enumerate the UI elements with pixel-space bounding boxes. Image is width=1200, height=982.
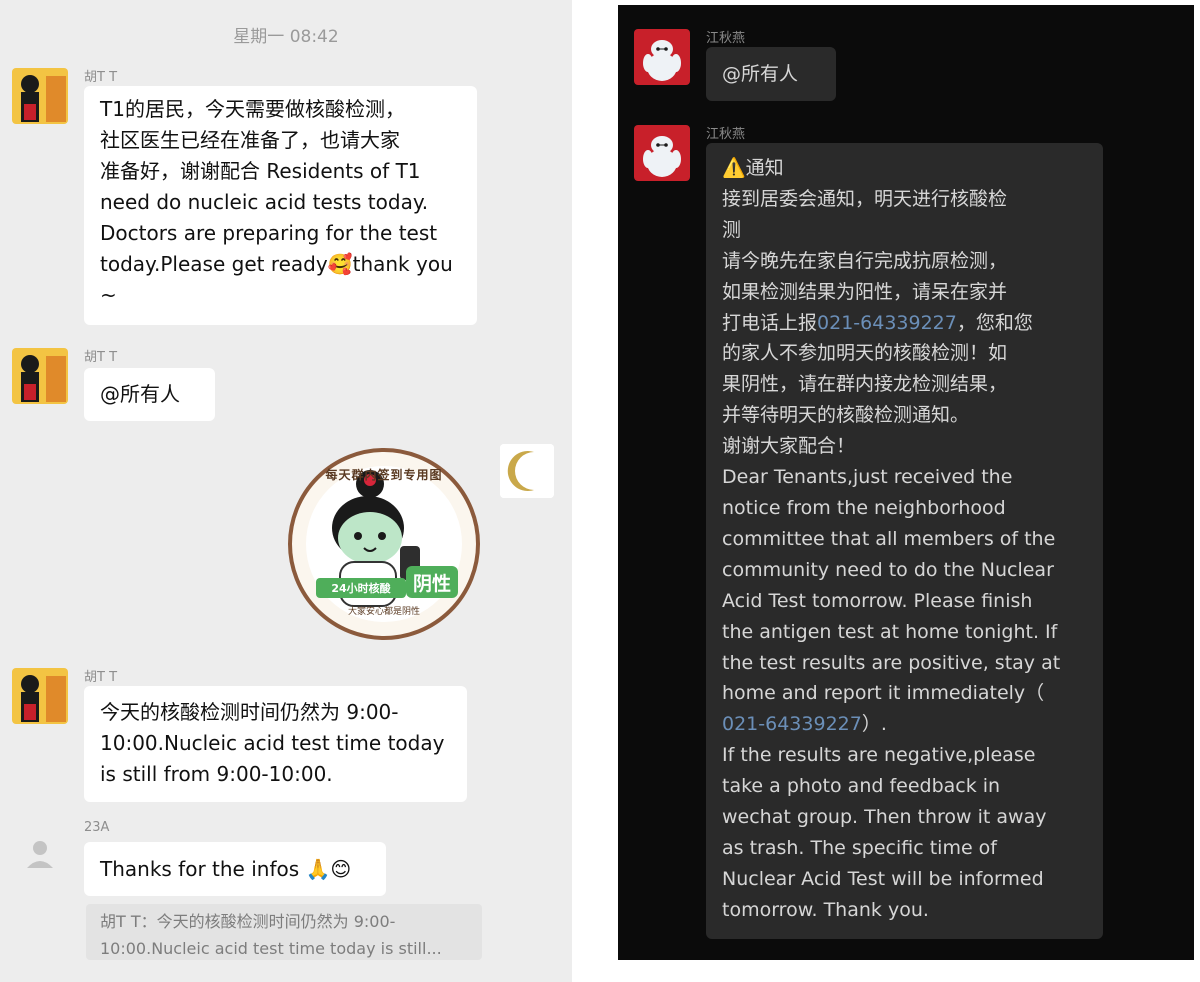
notice-line: wechat group. Then throw it away	[722, 806, 1047, 829]
notice-bubble[interactable]: ⚠️通知 接到居委会通知，明天进行核酸检 测 请今晚先在家自行完成抗原检测， 如…	[706, 143, 1103, 939]
right-chat-panel: 江秋燕 @所有人 江秋燕 ⚠️通知 接到居委会通知，明天进行核酸检 测 请今晚先…	[618, 5, 1194, 960]
notice-line: 测	[722, 218, 742, 241]
left-chat-panel: 星期一 08:42 胡T T T1的居民，今天需要做核酸检测， 社区医生已经在准…	[0, 0, 572, 982]
sticker-badge: 24小时核酸	[331, 582, 391, 595]
avatar[interactable]	[12, 348, 68, 404]
notice-text: 打电话上报	[722, 311, 818, 334]
quoted-reply[interactable]: 胡T T：今天的核酸检测时间仍然为 9:00- 10:00.Nucleic ac…	[86, 904, 482, 960]
notice-line: Dear Tenants,just received the	[722, 466, 1013, 489]
sender-name: 胡T T	[84, 670, 118, 685]
cartoon-avatar-icon	[12, 348, 68, 404]
phone-link[interactable]: 021-64339227	[817, 312, 957, 334]
notice-line: 打电话上报021-64339227，您和您	[722, 308, 1087, 339]
notice-line: 接到居委会通知，明天进行核酸检	[722, 187, 1008, 210]
user-silhouette-icon	[27, 841, 53, 868]
notice-line: 果阴性，请在群内接龙检测结果，	[722, 373, 1008, 396]
message-bubble[interactable]: 今天的核酸检测时间仍然为 9:00- 10:00.Nucleic acid te…	[84, 686, 467, 802]
notice-line: ⚠️通知	[722, 157, 784, 179]
notice-line: as trash. The specific time of	[722, 836, 997, 859]
sender-name: 江秋燕	[706, 31, 746, 46]
chat-timestamp: 星期一 08:42	[233, 27, 339, 47]
notice-line: 请今晚先在家自行完成抗原检测，	[722, 249, 1008, 272]
notice-line: tomorrow. Thank you.	[722, 898, 929, 921]
sticker-status: 阴性	[412, 573, 451, 595]
notice-line: Acid Test tomorrow. Please finish	[722, 589, 1033, 612]
notice-line: If the results are negative,please	[722, 744, 1036, 767]
crescent-avatar-icon	[500, 444, 554, 498]
self-avatar[interactable]	[500, 444, 554, 498]
sender-name: 胡T T	[84, 350, 118, 365]
notice-line: 如果检测结果为阳性，请呆在家并	[722, 280, 1008, 303]
message-bubble[interactable]: @所有人	[706, 47, 836, 101]
notice-line: the test results are positive, stay at	[722, 651, 1061, 674]
cartoon-avatar-icon	[12, 668, 68, 724]
notice-line: Nuclear Acid Test will be informed	[722, 867, 1044, 890]
notice-line: notice from the neighborhood	[722, 496, 1006, 519]
baymax-avatar-icon	[634, 125, 690, 181]
notice-line: 并等待明天的核酸检测通知。	[722, 404, 970, 427]
phone-link[interactable]: 021-64339227	[722, 713, 862, 735]
cartoon-avatar-icon	[12, 68, 68, 124]
notice-line: committee that all members of the	[722, 527, 1056, 550]
message-bubble[interactable]: T1的居民，今天需要做核酸检测， 社区医生已经在准备了，也请大家 准备好，谢谢配…	[84, 86, 477, 325]
notice-line: community need to do the Nuclear	[722, 558, 1054, 581]
sticker-title: 每天群内签到专用图	[325, 468, 443, 482]
notice-line: 谢谢大家配合！	[722, 435, 856, 458]
default-user-avatar[interactable]	[22, 836, 58, 872]
notice-line: home and report it immediately（	[722, 682, 1045, 705]
notice-line: take a photo and feedback in	[722, 775, 1001, 798]
sticker-caption: 大家安心都是阴性	[347, 607, 420, 617]
sender-name: 江秋燕	[706, 127, 746, 142]
message-bubble[interactable]: @所有人	[84, 368, 215, 421]
avatar[interactable]	[634, 125, 690, 181]
avatar[interactable]	[12, 668, 68, 724]
avatar[interactable]	[12, 68, 68, 124]
notice-line: 021-64339227）.	[722, 709, 1087, 740]
notice-text: ，您和您	[956, 311, 1033, 334]
sender-name: 胡T T	[84, 70, 118, 85]
notice-line: 的家人不参加明天的核酸检测！如	[722, 342, 1008, 365]
avatar[interactable]	[634, 29, 690, 85]
baymax-avatar-icon	[634, 29, 690, 85]
notice-line: the antigen test at home tonight. If	[722, 620, 1058, 643]
notice-text: ）.	[861, 713, 887, 736]
sticker-image[interactable]: 每天群内签到专用图 24小时核酸 阴性 大家安心都是阴性	[286, 446, 482, 642]
message-bubble[interactable]: Thanks for the infos 🙏😊	[84, 842, 386, 896]
sender-name: 23A	[84, 820, 110, 835]
